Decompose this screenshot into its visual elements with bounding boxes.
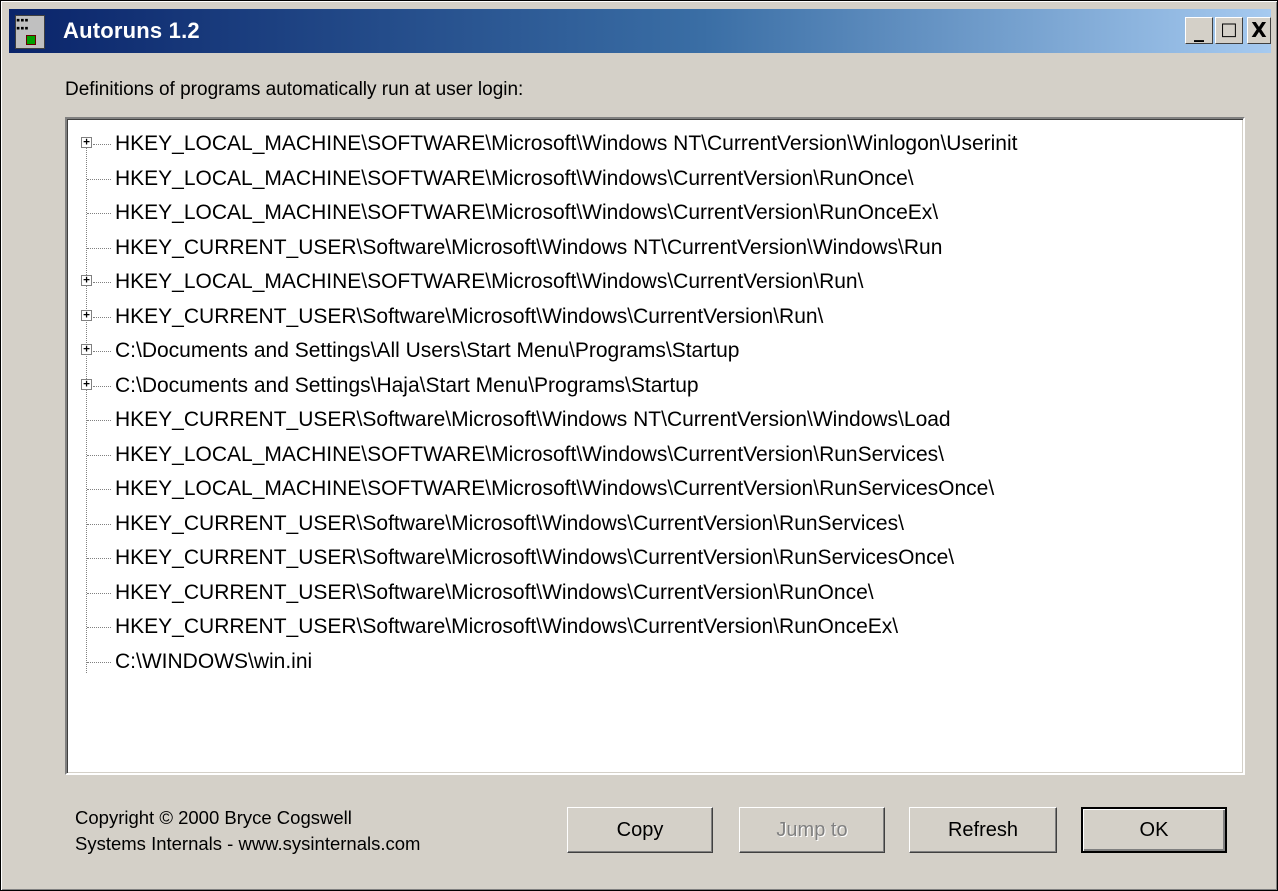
app-icon[interactable]: ▪▪▪ ▪▪▪ [15,15,45,49]
window-title: Autoruns 1.2 [63,18,200,43]
copyright-text: Copyright © 2000 Bryce Cogswell Systems … [75,805,420,857]
tree-item-label: HKEY_CURRENT_USER\Software\Microsoft\Win… [115,235,943,259]
tree-item-label: HKEY_CURRENT_USER\Software\Microsoft\Win… [115,615,899,638]
copy-button[interactable]: Copy [567,807,713,853]
tree-branch-line [87,627,111,628]
copyright-line: Copyright © 2000 Bryce Cogswell [75,807,352,828]
tree-item-label: HKEY_CURRENT_USER\Software\Microsoft\Win… [115,304,824,328]
tree-branch-line [93,282,111,283]
tree-branch-line [93,385,111,387]
tree-item-label: HKEY_CURRENT_USER\Software\Microsoft\Win… [115,580,874,604]
autoruns-window: ▪▪▪ ▪▪▪ Autoruns 1.2 _ □ X Definitions of… [0,0,1278,891]
tree-branch-line [87,523,111,525]
tree-branch-line [87,454,111,456]
tree-branch-line [87,661,111,663]
tree-branch-line [93,316,111,318]
tree-branch-line [87,489,111,490]
expand-plus-icon[interactable]: + [81,274,92,286]
tree-branch-line [93,144,111,145]
tree-branch-line [87,178,111,180]
jump-to-button[interactable]: Jump to [739,807,885,853]
expand-plus-icon[interactable]: + [81,343,92,355]
refresh-button[interactable]: Refresh [909,807,1057,853]
tree-item-label: HKEY_LOCAL_MACHINE\SOFTWARE\Microsoft\Wi… [115,201,939,224]
autorun-locations-tree[interactable]: + HKEY_LOCAL_MACHINE\SOFTWARE\Microsoft\W… [65,117,1245,775]
tree-branch-line [87,558,111,559]
tree-item-label: C:\Documents and Settings\All Users\Star… [115,339,740,362]
tree-item-label: HKEY_LOCAL_MACHINE\SOFTWARE\Microsoft\Wi… [115,132,1018,155]
tree-connector-line [86,143,87,673]
tree-item-label: HKEY_LOCAL_MACHINE\SOFTWARE\Microsoft\Wi… [115,477,995,500]
tree-branch-line [87,420,111,421]
tree-item-label: HKEY_CURRENT_USER\Software\Microsoft\Win… [115,408,951,431]
tree-item-label: HKEY_LOCAL_MACHINE\SOFTWARE\Microsoft\Wi… [115,270,864,293]
tree-branch-line [87,592,111,594]
description-label: Definitions of programs automatically ru… [65,79,524,100]
tree-item-label: HKEY_LOCAL_MACHINE\SOFTWARE\Microsoft\Wi… [115,166,914,190]
close-button[interactable]: X [1247,17,1271,44]
tree-item-label: C:\WINDOWS\win.ini [115,649,313,673]
expand-plus-icon[interactable]: + [81,309,92,321]
tree-branch-line [87,213,111,214]
company-line: Systems Internals - www.sysinternals.com [75,833,421,854]
tree-branch-line [87,247,111,249]
tree-branch-line [93,351,111,352]
expand-plus-icon[interactable]: + [81,378,92,390]
tree-item-label: HKEY_CURRENT_USER\Software\Microsoft\Win… [115,546,955,569]
title-bar[interactable]: ▪▪▪ ▪▪▪ Autoruns 1.2 _ □ X [9,9,1271,53]
expand-plus-icon[interactable]: + [81,136,92,148]
tree-item-label: C:\Documents and Settings\Haja\Start Men… [115,373,699,397]
minimize-button[interactable]: _ [1185,17,1213,44]
tree-item-label: HKEY_CURRENT_USER\Software\Microsoft\Win… [115,511,904,535]
tree-item-label: HKEY_LOCAL_MACHINE\SOFTWARE\Microsoft\Wi… [115,442,944,466]
maximize-button[interactable]: □ [1215,17,1243,44]
ok-button[interactable]: OK [1081,807,1227,853]
